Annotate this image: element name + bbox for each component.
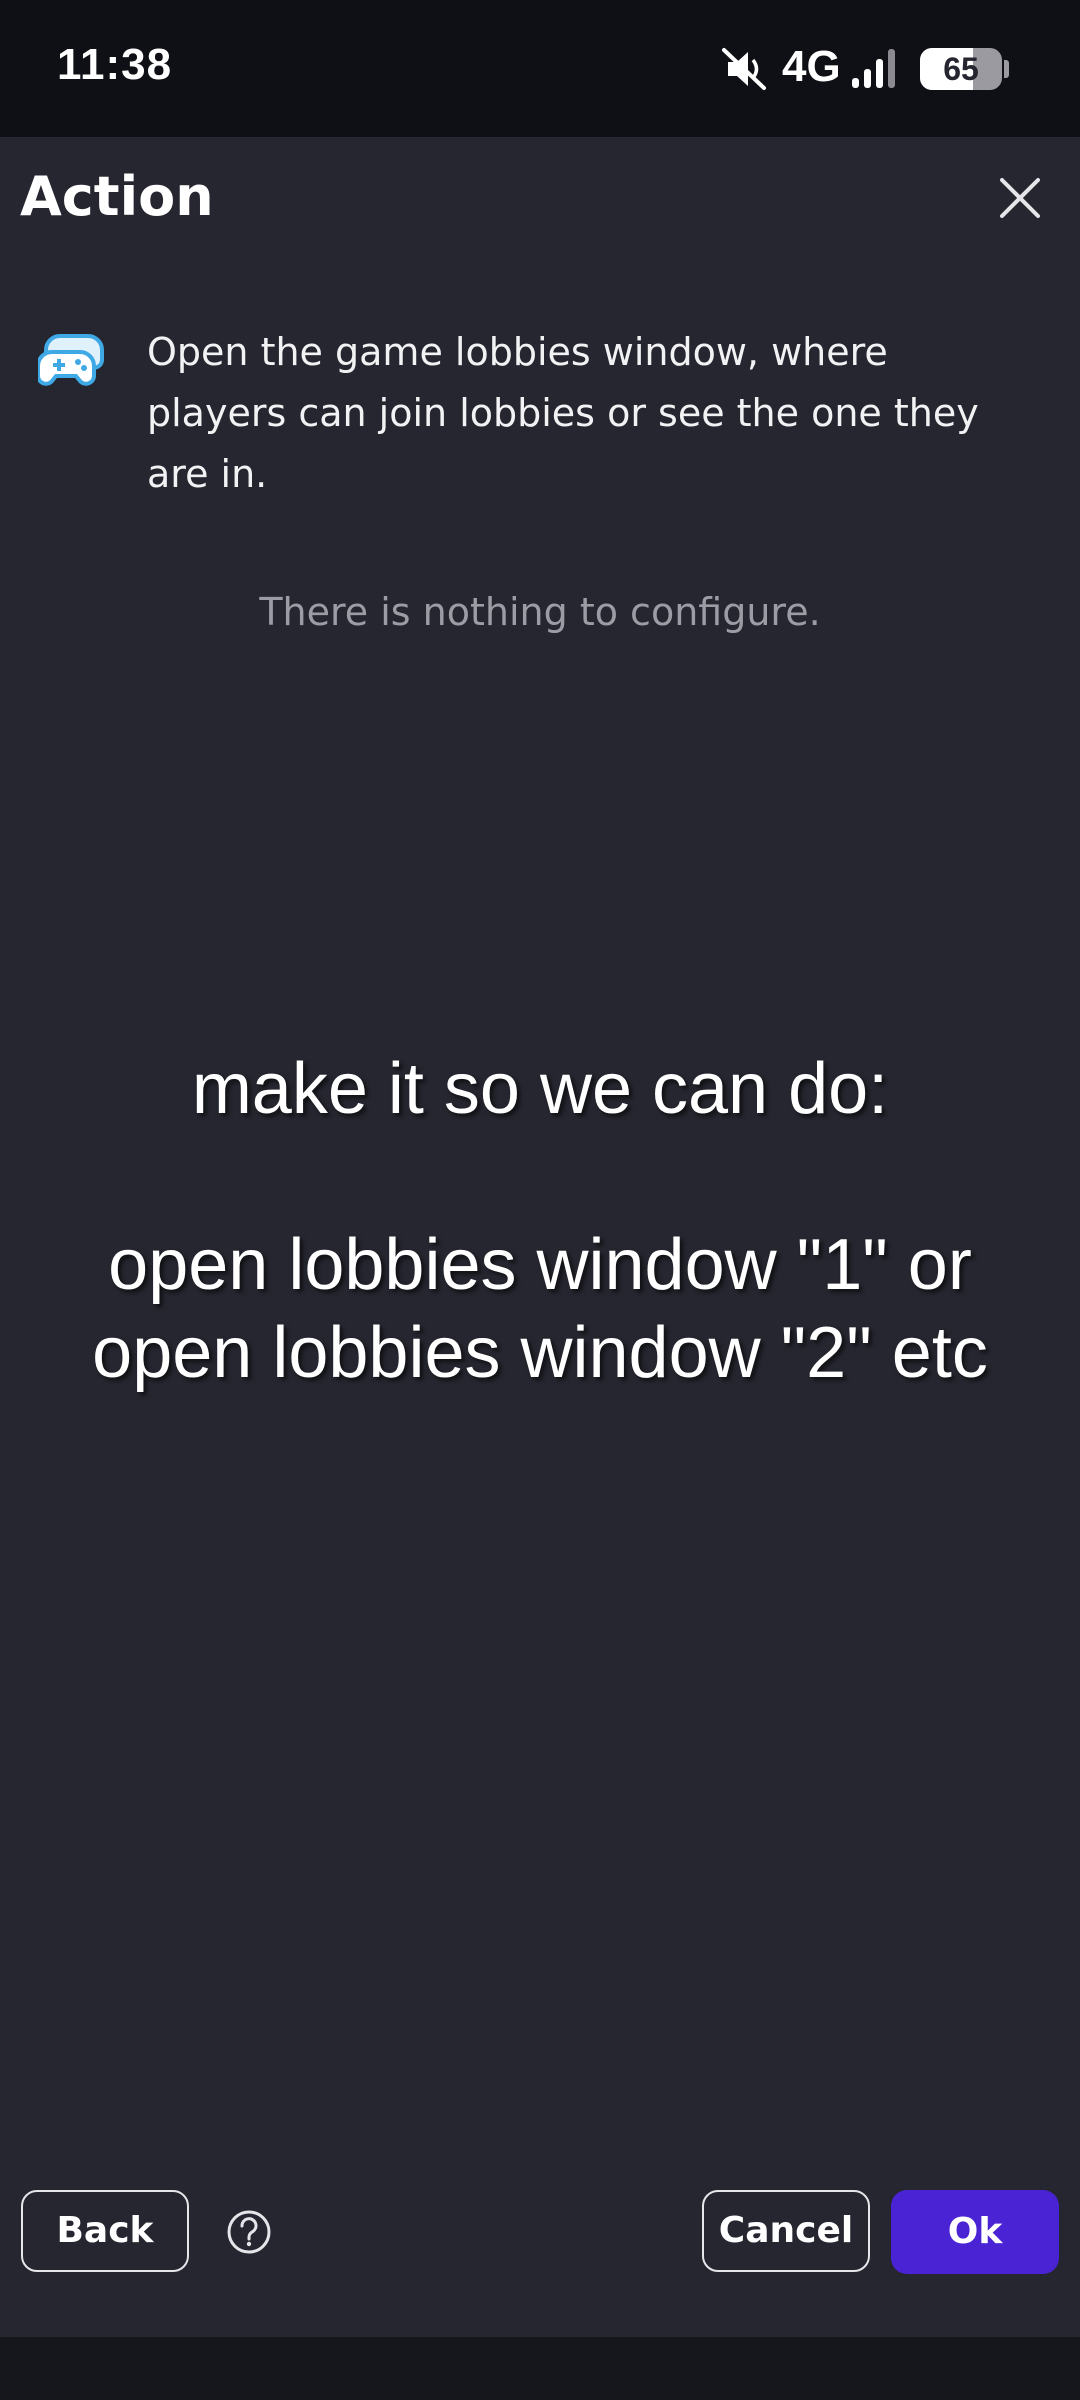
back-button[interactable]: Back [21, 2190, 189, 2272]
battery-icon: 65 [920, 48, 1010, 90]
status-bar: 11:38 4G 65 [0, 0, 1080, 137]
dialog-title: Action [20, 165, 214, 228]
overlay-line-1: make it so we can do: [191, 1049, 889, 1129]
battery-level: 65 [943, 51, 979, 87]
overlay-line-3: open lobbies window "2" etc [92, 1313, 988, 1393]
mute-icon [722, 48, 766, 90]
empty-config-message: There is nothing to configure. [259, 590, 821, 634]
close-icon[interactable] [990, 168, 1050, 228]
status-time: 11:38 [57, 40, 173, 89]
ok-button[interactable]: Ok [891, 2190, 1059, 2274]
navigation-bar [0, 2337, 1080, 2400]
action-description: Open the game lobbies window, where play… [147, 330, 979, 496]
status-icons: 4G 65 [720, 0, 1080, 137]
overlay-caption: make it so we can do: open lobbies windo… [0, 1045, 1080, 1397]
help-icon[interactable] [226, 2209, 272, 2255]
overlay-line-2: open lobbies window "1" or [108, 1225, 972, 1305]
network-type: 4G [782, 42, 841, 91]
signal-icon [852, 49, 895, 88]
gamepad-icon [38, 334, 104, 386]
cancel-button[interactable]: Cancel [702, 2190, 870, 2272]
